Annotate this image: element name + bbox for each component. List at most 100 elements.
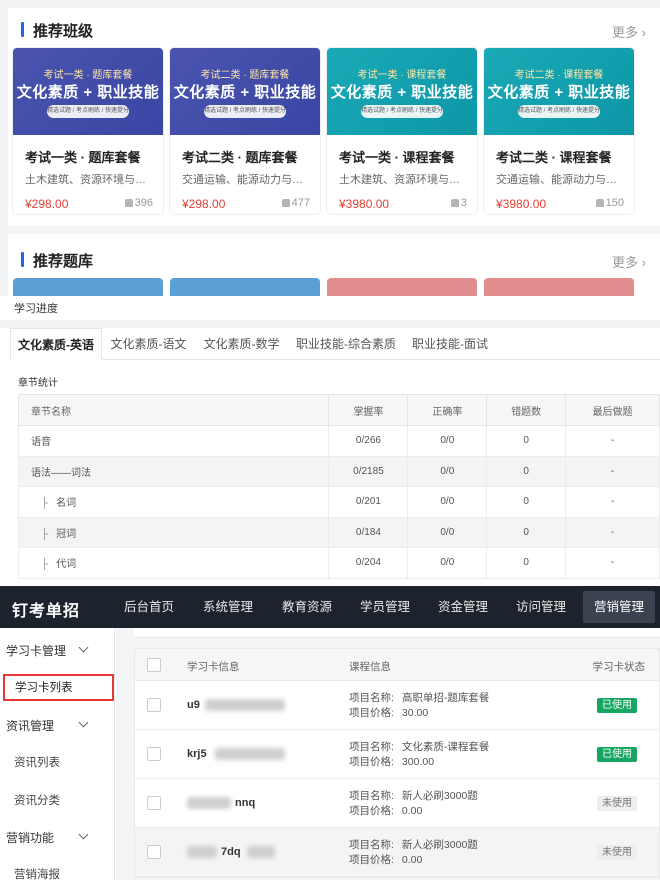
sidebar-group-learning-card[interactable]: 学习卡管理 [6,642,66,659]
accuracy-rate: 0/0 [407,425,488,457]
mastery-rate: 0/2185 [328,455,409,487]
sidebar-group-marketing[interactable]: 营销功能 [6,829,54,846]
chevron-down-icon[interactable] [78,642,89,653]
bank-card[interactable] [13,278,163,296]
card-subtitle: 土木建筑、资源环境与安… [339,174,467,186]
toolbar-strip [134,628,660,638]
last-attempt: - [565,486,660,518]
chapter-table: 章节名称 掌握率 正确率 错题数 最后做题 语音 0/266 0/0 0- 语法——词法 0/21… [17,394,660,579]
tab-subject[interactable]: 文化素质-数学 [195,328,288,360]
class-card[interactable]: 考试一类 · 题库套餐 文化素质 + 职业技能 精选试题 / 考点刷练 / 快速提分… [13,48,163,214]
column-header: 学习卡信息 [187,661,240,673]
tab-subject[interactable]: 文化素质-语文 [102,328,195,360]
nav-item[interactable]: 后台首页 [114,586,184,628]
card-title: 考试一类 · 题库套餐 [25,150,141,165]
nav-item[interactable]: 资金管理 [428,586,498,628]
bank-card[interactable] [484,278,634,296]
card-banner: 考试一类 · 题库套餐文化素质 + 职业技能精选试题 / 考点刷练 / 快速提分 [13,48,163,135]
project-name: 文化素质-课程套餐 [401,741,490,753]
table-row[interactable]: 语音 0/266 0/0 0- [17,425,660,457]
field-label: 项目价格: [349,756,394,768]
table-row[interactable]: 语法——词法 0/2185 0/0 0- [17,455,660,487]
panel-header: 推荐题库 更多 › [8,238,660,274]
project-price-line: 项目价格: 0.00 [349,853,478,868]
banner-tagline: 精选试题 / 考点刷练 / 快速提分 [361,105,443,118]
field-label: 项目名称: [349,839,394,851]
table-row[interactable]: ├ 冠词 0/184 0/0 0- [17,516,660,548]
thumbs-up-icon [450,199,459,207]
banner-tagline: 精选试题 / 考点刷练 / 快速提分 [518,105,600,118]
chapter-name: ├ 名词 [17,486,330,518]
banner-headline: 文化素质 + 职业技能 [16,84,160,101]
chevron-down-icon[interactable] [78,717,89,728]
nav-item[interactable]: 系统管理 [193,586,263,628]
sidebar-item-news-list[interactable]: 资讯列表 [14,754,60,770]
thumbs-up-icon [281,199,290,207]
wrong-count: 0 [486,425,567,457]
row-checkbox[interactable] [147,796,161,810]
table-row[interactable]: ├ 代词 0/204 0/0 0- [17,547,660,579]
more-link[interactable]: 更多 › [612,252,646,271]
card-number: 7dq [221,846,241,858]
table-row[interactable]: u9 项目名称: 高职单招-题库套餐 项目价格: 30.00 已使用 [135,681,659,730]
price: ¥3980.00 [496,197,547,211]
project-price-line: 项目价格: 30.00 [349,706,489,721]
more-link[interactable]: 更多 › [612,22,646,41]
title-accent-bar [21,22,24,37]
panel-header: 推荐班级 更多 › [8,8,660,44]
banner-tagline: 精选试题 / 考点刷练 / 快速提分 [204,105,286,118]
project-name: 新人必刷3000题 [401,839,478,851]
card-banner: 考试二类 · 课程套餐 文化素质 + 职业技能 精选试题 / 考点刷练 / 快速提分 [484,48,634,135]
admin-console: 钉考单招 后台首页 系统管理 教育资源 学员管理 资金管理 访问管理 营销管理 学习卡管理 … [0,586,660,880]
class-card[interactable]: 考试二类 · 题库套餐 文化素质 + 职业技能 精选试题 / 考点刷练 / 快速提分… [170,48,320,214]
tab-subject[interactable]: 职业技能-面试 [404,328,496,360]
nav-item[interactable]: 学员管理 [350,586,420,628]
sidebar-item-news-category[interactable]: 资讯分类 [14,792,60,808]
select-all-checkbox[interactable] [147,658,161,672]
page-label: 学习进度 [14,303,58,315]
card-number: krj5 [187,748,207,760]
row-checkbox[interactable] [147,845,161,859]
chapter-stats-label: 章节统计 [18,378,58,389]
thumbs-up-icon [124,199,133,207]
table-row[interactable]: krj5 项目名称: 文化素质-课程套餐 项目价格: 300.00 已使用 [135,730,659,779]
sidebar-item-marketing-poster[interactable]: 营销海报 [14,866,60,880]
banner-subtitle: 考试一类 · 题库套餐 [43,70,133,81]
table-row[interactable]: 7dq 项目名称: 新人必刷3000题 项目价格: 0.00 未使用 [135,828,659,877]
title-accent-bar [21,252,24,267]
project-name-line: 项目名称: 新人必刷3000题 [349,789,478,804]
card-subtitle: 交通运输、能源动力与材… [496,174,624,186]
nav-item[interactable]: 访问管理 [506,586,576,628]
course-info: 项目名称: 新人必刷3000题 项目价格: 0.00 [349,789,478,819]
sidebar-item-learning-card-list[interactable]: 学习卡列表 [3,674,114,701]
class-card[interactable]: 考试二类 · 课程套餐 文化素质 + 职业技能 精选试题 / 考点刷练 / 快速提分… [484,48,634,214]
column-header: 课程信息 [349,661,391,673]
card-banner: 考试一类 · 课程套餐 文化素质 + 职业技能 精选试题 / 考点刷练 / 快速提分 [327,48,477,135]
nav-item[interactable]: 营销管理 [583,591,655,623]
price: ¥298.00 [182,197,226,211]
bank-card[interactable] [170,278,320,296]
project-price: 30.00 [401,707,429,719]
tab-subject[interactable]: 文化素质-英语 [10,328,102,360]
nav-item[interactable]: 教育资源 [272,586,342,628]
chevron-down-icon[interactable] [78,829,89,840]
class-card[interactable]: 考试一类 · 课程套餐 文化素质 + 职业技能 精选试题 / 考点刷练 / 快速提分… [327,48,477,214]
column-header: 掌握率 [328,394,409,426]
table-row[interactable]: nnq 项目名称: 新人必刷3000题 项目价格: 0.00 未使用 [135,779,659,828]
tab-subject[interactable]: 职业技能-综合素质 [288,328,404,360]
tree-branch-icon: ├ [41,528,49,540]
logo: 钉考单招 [12,603,81,620]
field-label: 项目价格: [349,707,394,719]
table-header: 学习卡信息 课程信息 学习卡状态 [135,649,659,681]
chapter-name: ├ 代词 [17,547,330,579]
row-checkbox[interactable] [147,747,161,761]
bank-card[interactable] [327,278,477,296]
column-header: 正确率 [407,394,488,426]
wrong-count: 0 [486,547,567,579]
row-checkbox[interactable] [147,698,161,712]
card-footer: ¥3980.00 150 [496,197,624,213]
banner-tagline: 精选试题 / 考点刷练 / 快速提分 [47,105,129,118]
sidebar-group-news[interactable]: 资讯管理 [6,717,54,734]
banner-headline: 文化素质 + 职业技能 [487,84,631,101]
table-row[interactable]: ├ 名词 0/201 0/0 0- [17,486,660,518]
